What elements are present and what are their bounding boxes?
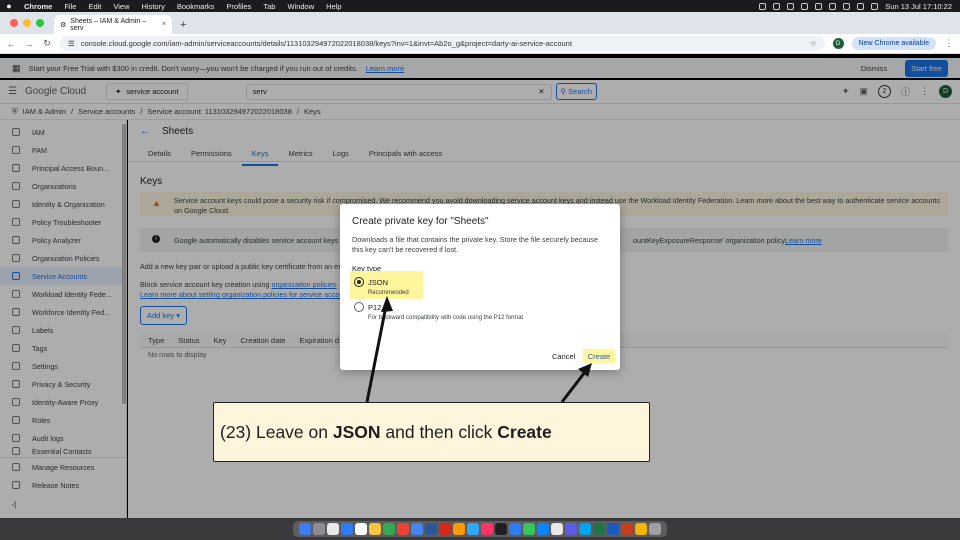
caption-prefix: (23) Leave on — [220, 421, 333, 442]
settings-icon[interactable] — [551, 523, 563, 535]
tab-title: Sheets – IAM & Admin – serv — [70, 17, 147, 32]
cancel-button[interactable]: Cancel — [552, 352, 575, 361]
search-icon[interactable] — [871, 2, 879, 10]
tray-icon[interactable] — [801, 2, 809, 10]
browser-tabbar: ⚙ Sheets – IAM & Admin – serv × + — [0, 12, 960, 34]
powerpoint-icon[interactable] — [621, 523, 633, 535]
app-icon[interactable] — [327, 523, 339, 535]
app-icon[interactable] — [425, 523, 437, 535]
acrobat-icon[interactable] — [439, 523, 451, 535]
create-button[interactable]: Create — [583, 349, 615, 363]
menu-tab[interactable]: Tab — [257, 2, 281, 11]
tutorial-caption: (23) Leave on JSON and then click Create — [213, 402, 650, 462]
app-icon[interactable] — [397, 523, 409, 535]
dialog-title: Create private key for "Sheets" — [352, 216, 489, 227]
dock-icons — [293, 521, 667, 537]
json-label[interactable]: JSON — [368, 278, 388, 287]
tray-icon[interactable] — [759, 2, 767, 10]
forward-icon[interactable]: → — [24, 39, 34, 49]
menu-edit[interactable]: Edit — [82, 2, 107, 11]
notes-icon[interactable] — [369, 523, 381, 535]
menu-history[interactable]: History — [136, 2, 171, 11]
close-icon[interactable]: × — [162, 21, 166, 28]
dialog-description: Downloads a file that contains the priva… — [352, 235, 598, 254]
excel-icon[interactable] — [593, 523, 605, 535]
app-icon[interactable] — [523, 523, 535, 535]
menu-view[interactable]: View — [107, 2, 135, 11]
tray-icon[interactable] — [829, 2, 837, 10]
p12-radio[interactable] — [354, 302, 364, 312]
photoshop-icon[interactable] — [467, 523, 479, 535]
app-icon[interactable] — [565, 523, 577, 535]
zoom-window-button[interactable] — [36, 19, 44, 27]
word-icon[interactable] — [607, 523, 619, 535]
app-icon[interactable] — [341, 523, 353, 535]
app-icon[interactable] — [509, 523, 521, 535]
tray-icon[interactable] — [815, 2, 823, 10]
app-store-icon[interactable] — [537, 523, 549, 535]
new-tab-button[interactable]: + — [172, 19, 194, 34]
p12-sublabel: For backward compatibility with code usi… — [368, 315, 524, 321]
json-sublabel: Recommended — [368, 290, 409, 296]
app-icon[interactable] — [383, 523, 395, 535]
new-chrome-button[interactable]: New Chrome available — [851, 37, 936, 50]
browser-toolbar: ← → ↻ ☰ console.cloud.google.com/iam-adm… — [0, 34, 960, 54]
menu-window[interactable]: Window — [281, 2, 320, 11]
skype-icon[interactable] — [579, 523, 591, 535]
tray-icon[interactable] — [773, 2, 781, 10]
menu-help[interactable]: Help — [320, 2, 347, 11]
menu-profiles[interactable]: Profiles — [220, 2, 257, 11]
minimize-window-button[interactable] — [23, 19, 31, 27]
illustrator-icon[interactable] — [453, 523, 465, 535]
finder-icon[interactable] — [299, 523, 311, 535]
url-text: console.cloud.google.com/iam-admin/servi… — [80, 39, 572, 48]
menu-bookmarks[interactable]: Bookmarks — [171, 2, 221, 11]
site-info-icon[interactable]: ☰ — [68, 39, 75, 48]
close-window-button[interactable] — [10, 19, 18, 27]
gear-icon: ⚙ — [60, 21, 67, 29]
json-radio[interactable] — [354, 277, 364, 287]
mac-menubar: ● Chrome File Edit View History Bookmark… — [0, 0, 960, 12]
tray-icon[interactable] — [787, 2, 795, 10]
launchpad-icon[interactable] — [313, 523, 325, 535]
caption-mid: and then click — [380, 421, 498, 442]
terminal-icon[interactable] — [495, 523, 507, 535]
reload-icon[interactable]: ↻ — [42, 38, 52, 49]
address-bar[interactable]: ☰ console.cloud.google.com/iam-admin/ser… — [60, 36, 825, 51]
menu-app-name[interactable]: Chrome — [18, 2, 58, 11]
clock[interactable]: Sun 13 Jul 17:10:22 — [885, 2, 952, 11]
caption-json: JSON — [332, 421, 381, 442]
status-tray: Sun 13 Jul 17:10:22 — [759, 2, 960, 11]
bookmark-star-icon[interactable]: ☆ — [810, 39, 817, 48]
browser-tab[interactable]: ⚙ Sheets – IAM & Admin – serv × — [54, 15, 172, 34]
profile-avatar[interactable]: D — [832, 38, 844, 49]
window-controls — [0, 19, 54, 27]
wifi-icon[interactable] — [843, 2, 851, 10]
back-icon[interactable]: ← — [6, 39, 16, 49]
p12-label[interactable]: P12 — [368, 303, 381, 312]
calendar-icon[interactable] — [355, 523, 367, 535]
caption-create: Create — [497, 421, 552, 442]
indesign-icon[interactable] — [481, 523, 493, 535]
menu-file[interactable]: File — [58, 2, 82, 11]
trash-icon[interactable] — [649, 523, 661, 535]
more-menu-icon[interactable]: ⋮ — [944, 38, 954, 49]
mac-dock — [0, 518, 960, 540]
battery-icon[interactable] — [857, 2, 865, 10]
app-icon[interactable] — [635, 523, 647, 535]
chrome-icon[interactable] — [411, 523, 423, 535]
apple-icon[interactable]: ● — [0, 1, 18, 11]
